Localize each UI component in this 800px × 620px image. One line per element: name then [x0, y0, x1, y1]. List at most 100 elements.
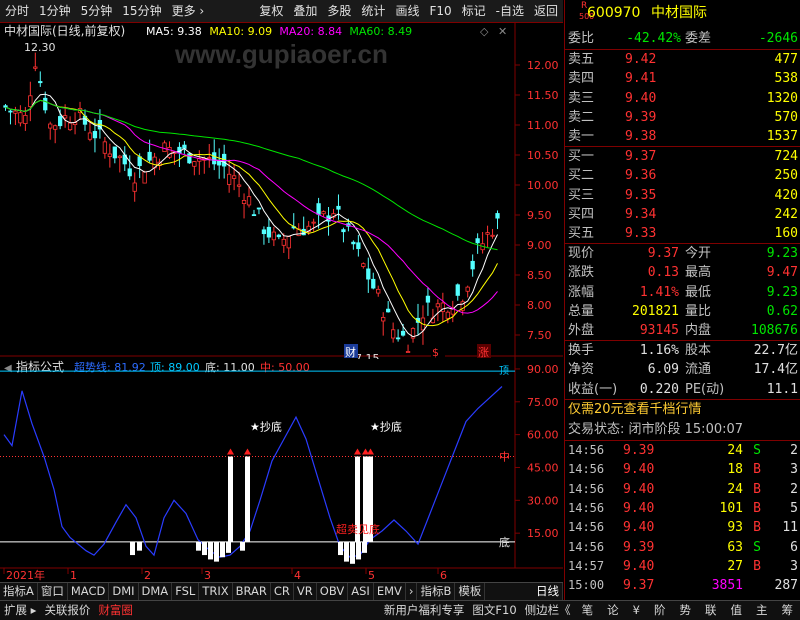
ask-row[interactable]: 卖五 9.42 477: [565, 50, 800, 69]
toolbar-button[interactable]: 15分钟: [117, 0, 166, 23]
x-axis-label: 2021年: [6, 568, 45, 582]
ask-label: 卖一: [568, 129, 595, 145]
fin-value2: 22.7亿: [753, 343, 798, 358]
ask-row[interactable]: 卖四 9.41 538: [565, 69, 800, 88]
toolbar-button[interactable]: -自选: [491, 0, 529, 23]
candle-body: [3, 105, 8, 108]
indicator-tab[interactable]: EMV: [374, 583, 406, 600]
indicator-tab[interactable]: DMA: [139, 583, 173, 600]
toolbar-button[interactable]: 1分钟: [34, 0, 76, 23]
ma-label: MA10: 9.09: [209, 25, 272, 38]
stat-value2: 0.62: [766, 303, 798, 319]
indicator-tab[interactable]: 窗口: [38, 583, 68, 600]
fin-label2: 流通: [685, 362, 712, 378]
candle-body: [391, 329, 396, 339]
stat-value2: 9.23: [766, 246, 798, 261]
toolbar-button[interactable]: 5分钟: [76, 0, 118, 23]
toolbar-button[interactable]: F10: [424, 0, 456, 23]
candle-body: [38, 81, 43, 84]
indicator-top-label: 顶: 89.00: [150, 361, 200, 374]
toolbar-button[interactable]: 统计: [356, 0, 390, 23]
toolbar-button[interactable]: 更多 ›: [167, 0, 210, 23]
indicator-tab[interactable]: BRAR: [233, 583, 271, 600]
status-item[interactable]: 扩展 ▸: [0, 601, 40, 620]
status-item[interactable]: 关联报价: [40, 601, 94, 620]
indicator-tab[interactable]: CR: [271, 583, 294, 600]
bid-row[interactable]: 买三 9.35 420: [565, 186, 800, 205]
status-item[interactable]: 值: [724, 601, 750, 620]
toolbar-button[interactable]: 标记: [457, 0, 491, 23]
candle-body: [147, 151, 152, 161]
tick-volume: 3851: [711, 578, 743, 594]
toolbar-button[interactable]: 多股: [322, 0, 356, 23]
oversold-bar: [137, 541, 142, 551]
bid-row[interactable]: 买二 9.36 250: [565, 166, 800, 185]
bid-volume: 160: [774, 226, 798, 242]
indicator-tab[interactable]: VR: [294, 583, 317, 600]
indicator-tab[interactable]: MACD: [68, 583, 110, 600]
status-item[interactable]: 图文F10: [468, 601, 520, 620]
toolbar-button[interactable]: 复权: [254, 0, 288, 23]
chart-area[interactable]: www.gupiaoer.cn 中材国际(日线,前复权) MA5: 9.38 MA…: [0, 23, 563, 582]
price-tick: 11.00: [527, 119, 559, 132]
oversold-bar: [196, 541, 201, 551]
status-item[interactable]: 阶: [647, 601, 673, 620]
tick-price: 9.40: [623, 481, 655, 497]
indicator-tab[interactable]: OBV: [317, 583, 349, 600]
indicator-tab[interactable]: FSL: [172, 583, 200, 600]
tick-count: 2: [790, 481, 798, 497]
status-item[interactable]: 联: [698, 601, 724, 620]
status-item[interactable]: 侧边栏《: [521, 601, 575, 620]
diamond-icon[interactable]: ◇: [480, 25, 489, 38]
bid-row[interactable]: 买一 9.37 724: [565, 147, 800, 166]
promo-link[interactable]: 仅需20元查看千档行情: [568, 400, 702, 419]
stat-value2: 9.47: [766, 265, 798, 281]
bid-row[interactable]: 买五 9.33 160: [565, 224, 800, 243]
indicator-tab[interactable]: DMI: [109, 583, 139, 600]
indicator-tab[interactable]: ›: [406, 583, 418, 600]
collapse-icon[interactable]: ◀: [4, 363, 12, 374]
tick-row: 14:56 9.40 24 B 2: [565, 480, 800, 499]
indicator-tab[interactable]: ASI: [348, 583, 374, 600]
status-item[interactable]: 筹: [775, 601, 800, 620]
tick-count: 3: [790, 558, 798, 574]
stat-label2: 量比: [685, 303, 712, 319]
status-item[interactable]: 笔: [575, 601, 601, 620]
indicator-tab[interactable]: 模板: [455, 583, 486, 600]
close-icon[interactable]: ✕: [498, 25, 507, 38]
promo-row[interactable]: 仅需20元查看千档行情: [565, 400, 800, 419]
bid-price: 9.34: [625, 206, 657, 222]
candle-body: [470, 260, 475, 270]
indicator-tab[interactable]: TRIX: [199, 583, 233, 600]
ask-row[interactable]: 卖二 9.39 570: [565, 108, 800, 127]
status-item[interactable]: 新用户福利专享: [380, 601, 469, 620]
indicator-tab[interactable]: 日线: [533, 583, 563, 600]
tick-volume: 27: [727, 558, 743, 574]
stat-value: 0.13: [647, 265, 679, 281]
stat-value2: 108676: [751, 323, 798, 339]
toolbar-button[interactable]: 画线: [390, 0, 424, 23]
bid-row[interactable]: 买四 9.34 242: [565, 205, 800, 224]
indicator-tick: 60.00: [527, 429, 559, 442]
status-item[interactable]: 势: [673, 601, 699, 620]
indicator-tab[interactable]: 指标B: [417, 583, 456, 600]
indicator-tab[interactable]: 指标A: [0, 583, 38, 600]
tick-count: 3: [790, 462, 798, 478]
tick-side: S: [753, 443, 761, 458]
status-item[interactable]: 财富圈: [94, 601, 137, 620]
toolbar-button[interactable]: 返回: [529, 0, 563, 23]
candle-body: [465, 286, 470, 292]
toolbar-button[interactable]: 分时: [0, 0, 34, 23]
status-item[interactable]: 论: [600, 601, 626, 620]
candle-body: [445, 311, 450, 319]
status-item[interactable]: 主: [749, 601, 775, 620]
tick-price: 9.39: [623, 443, 655, 458]
tick-time: 14:56: [568, 462, 605, 477]
ask-row[interactable]: 卖三 9.40 1320: [565, 89, 800, 108]
toolbar-button[interactable]: 叠加: [288, 0, 322, 23]
fin-row: 收益(一) 0.220 PE(动) 11.1: [565, 380, 800, 399]
candle-body: [341, 229, 346, 233]
ask-row[interactable]: 卖一 9.38 1537: [565, 127, 800, 146]
status-item[interactable]: ¥: [626, 601, 647, 620]
candle-body: [231, 175, 237, 179]
